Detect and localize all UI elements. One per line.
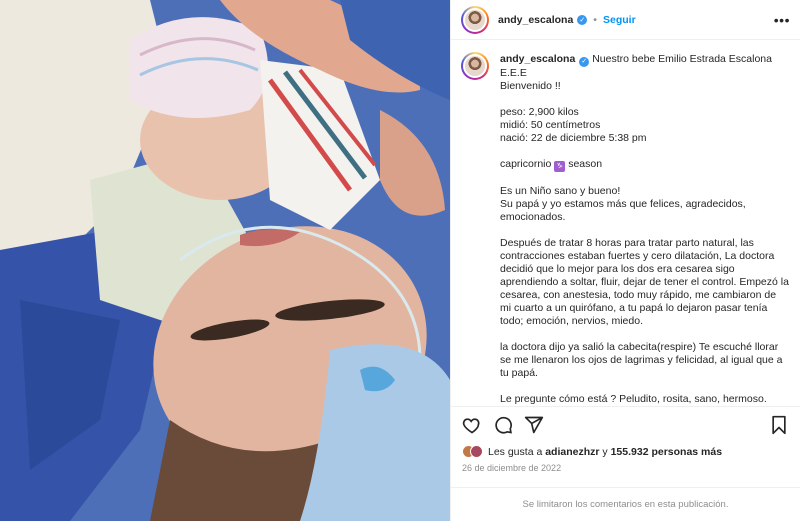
likes-text: Les gusta a adianezhzr y 155.932 persona… xyxy=(488,446,722,458)
post-photo[interactable] xyxy=(0,0,450,521)
likes-summary[interactable]: Les gusta a adianezhzr y 155.932 persona… xyxy=(462,445,722,458)
caption-line: Después de tratar 8 horas para tratar pa… xyxy=(500,236,789,327)
post-view: andy_escalona ✓ • Seguir ••• andy_escalo… xyxy=(0,0,800,521)
more-options-icon[interactable]: ••• xyxy=(774,13,790,27)
verified-badge-icon: ✓ xyxy=(579,56,590,67)
caption-line: midió: 50 centímetros xyxy=(500,118,601,131)
separator-dot: • xyxy=(593,13,597,26)
share-icon[interactable] xyxy=(523,414,545,436)
caption-line: Le pregunte cómo está ? Peludito, rosita… xyxy=(500,392,787,407)
caption-line: nació: 22 de diciembre 5:38 pm xyxy=(500,131,647,144)
action-bar xyxy=(451,406,800,442)
likes-prefix: Les gusta a xyxy=(488,445,546,458)
follow-button[interactable]: Seguir xyxy=(603,14,636,26)
caption-line: season xyxy=(568,157,603,170)
capricorn-icon: ♑ xyxy=(554,160,566,172)
liker-avatar xyxy=(470,445,483,458)
caption-line: capricornio xyxy=(500,157,552,170)
liker-username[interactable]: adianezhzr xyxy=(545,446,599,458)
caption-line: Bienvenido !! xyxy=(500,79,561,92)
bookmark-icon[interactable] xyxy=(768,414,790,436)
caption-line: Es un Niño sano y bueno! xyxy=(500,184,621,197)
caption: andy_escalona ✓ Nuestro bebe Emilio Estra… xyxy=(451,41,800,406)
post-date[interactable]: 26 de diciembre de 2022 xyxy=(462,463,561,473)
caption-username[interactable]: andy_escalona xyxy=(500,53,575,65)
heart-icon[interactable] xyxy=(461,414,483,436)
caption-avatar[interactable] xyxy=(461,52,489,80)
avatar[interactable] xyxy=(461,5,489,34)
comments-disabled-notice: Se limitaron los comentarios en esta pub… xyxy=(451,487,800,521)
caption-body: andy_escalona ✓ Nuestro bebe Emilio Estra… xyxy=(500,53,790,406)
caption-line: Su papá y yo estamos más que felices, ag… xyxy=(500,197,746,223)
likes-count[interactable]: 155.932 personas más xyxy=(611,446,723,458)
verified-badge-icon: ✓ xyxy=(577,14,588,25)
username-link[interactable]: andy_escalona xyxy=(498,14,573,26)
post-sidebar: andy_escalona ✓ • Seguir ••• andy_escalo… xyxy=(450,0,800,521)
caption-line: la doctora dijo ya salió la cabecita(res… xyxy=(500,340,783,379)
caption-line: peso: 2,900 kilos xyxy=(500,105,579,118)
likes-connector: y xyxy=(599,445,611,458)
comment-icon[interactable] xyxy=(492,414,514,436)
photo-illustration xyxy=(0,0,450,521)
post-header: andy_escalona ✓ • Seguir ••• xyxy=(451,0,800,40)
